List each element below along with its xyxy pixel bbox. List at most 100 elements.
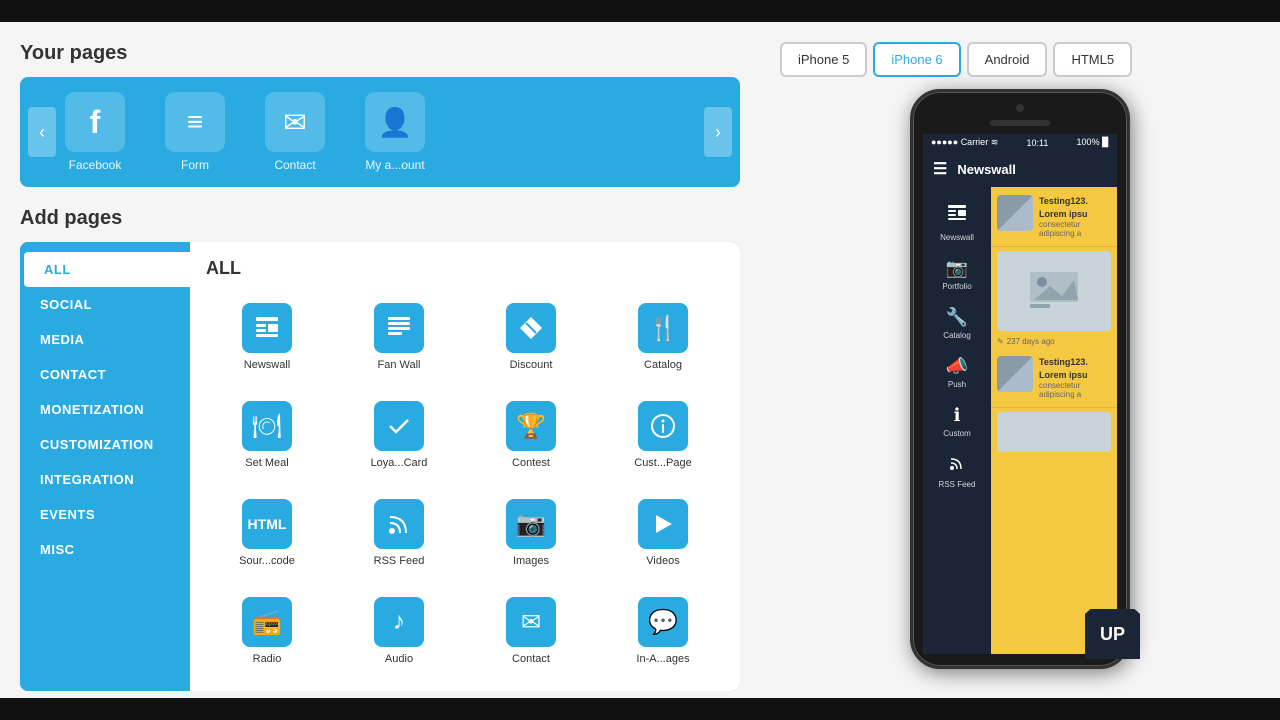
grid-item-fanwall[interactable]: Fan Wall [338,293,460,381]
facebook-icon: f [65,92,125,152]
phone-outer: ●●●●● Carrier ≋ 10:11 100% ▉ ☰ Newswall [910,89,1130,669]
discount-icon [506,303,556,353]
label-inapp: In-A...ages [636,653,689,665]
grid-item-radio[interactable]: 📻 Radio [206,587,328,675]
carousel-prev-button[interactable]: ‹ [28,107,56,157]
nav-label-rssfeed: RSS Feed [939,480,976,489]
label-radio: Radio [253,653,282,665]
items-grid-container: ALL [190,242,740,691]
hamburger-icon[interactable]: ☰ [933,159,947,179]
grid-item-rssfeed[interactable]: RSS Feed [338,489,460,577]
label-rssfeed: RSS Feed [374,555,425,567]
setmeal-icon: 🍽 [242,401,292,451]
news-item-2: Testing123. Lorem ipsu consectetur adipi… [991,348,1117,408]
category-all[interactable]: ALL [24,252,190,287]
phone-mockup: ●●●●● Carrier ≋ 10:11 100% ▉ ☰ Newswall [910,89,1130,669]
grid-item-setmeal[interactable]: 🍽 Set Meal [206,391,328,479]
category-media[interactable]: MEDIA [20,322,190,357]
category-social[interactable]: SOCIAL [20,287,190,322]
grid-item-custpage[interactable]: Cust...Page [602,391,724,479]
nav-item-rssfeed[interactable]: RSS Feed [923,446,991,497]
phone-main-content: Testing123. Lorem ipsu consectetur adipi… [991,187,1117,654]
contact-icon: ✉ [265,92,325,152]
pages-carousel: ‹ f Facebook ≡ Form ✉ Contact [20,77,740,187]
top-black-bar [0,0,1280,22]
label-contest: Contest [512,457,550,469]
label-custpage: Cust...Page [634,457,691,469]
nav-item-custom[interactable]: ℹ Custom [923,397,991,446]
phone-header: ☰ Newswall [923,151,1117,187]
sourcecode-icon: HTML [242,499,292,549]
nav-label-catalog: Catalog [943,331,971,340]
page-label-form: Form [181,158,209,172]
news-title-1: Testing123. Lorem ipsu [1039,195,1111,220]
custpage-icon [638,401,688,451]
grid-item-loyalcard[interactable]: Loya...Card [338,391,460,479]
page-label-contact: Contact [274,158,315,172]
nav-push-icon: 📣 [946,356,968,377]
nav-item-newswall[interactable]: Newswall [923,195,991,250]
iphone5-button[interactable]: iPhone 5 [780,42,867,77]
label-sourcecode: Sour...code [239,555,295,567]
grid-item-contest[interactable]: 🏆 Contest [470,391,592,479]
radio-icon: 📻 [242,597,292,647]
list-item[interactable]: f Facebook [60,92,130,172]
nav-portfolio-icon: 📷 [946,258,968,279]
grid-header: ALL [206,258,724,279]
grid-item-newswall[interactable]: Newswall [206,293,328,381]
nav-item-catalog[interactable]: 🔧 Catalog [923,299,991,348]
phone-speaker [990,120,1050,126]
phone-status-bar: ●●●●● Carrier ≋ 10:11 100% ▉ [923,134,1117,151]
category-customization[interactable]: CUSTOMIZATION [20,427,190,462]
grid-item-audio[interactable]: ♪ Audio [338,587,460,675]
inapp-icon: 💬 [638,597,688,647]
iphone6-button[interactable]: iPhone 6 [873,42,960,77]
account-icon: 👤 [365,92,425,152]
right-panel: iPhone 5 iPhone 6 Android HTML5 ●●●●● Ca… [760,22,1280,698]
up-badge: UP [1085,609,1140,659]
label-fanwall: Fan Wall [378,359,421,371]
android-button[interactable]: Android [967,42,1048,77]
list-item[interactable]: 👤 My a...ount [360,92,430,172]
rssfeed-icon [374,499,424,549]
your-pages-title: Your pages [20,42,740,65]
grid-item-contact2[interactable]: ✉ Contact [470,587,592,675]
partial-image-block [997,412,1111,452]
category-contact[interactable]: CONTACT [20,357,190,392]
list-item[interactable]: ✉ Contact [260,92,330,172]
nav-label-newswall: Newswall [940,233,974,242]
grid-item-catalog[interactable]: 🍴 Catalog [602,293,724,381]
nav-catalog-icon: 🔧 [946,307,968,328]
label-loyalcard: Loya...Card [371,457,428,469]
news-thumb-1 [997,195,1033,231]
nav-item-push[interactable]: 📣 Push [923,348,991,397]
add-pages-container: ALL SOCIAL MEDIA CONTACT MONETIZATION CU… [20,242,740,691]
news-sub-2: consectetur adipiscing a [1039,381,1111,399]
category-events[interactable]: EVENTS [20,497,190,532]
grid-item-discount[interactable]: Discount [470,293,592,381]
label-images: Images [513,555,549,567]
html5-button[interactable]: HTML5 [1053,42,1132,77]
carousel-next-button[interactable]: › [704,107,732,157]
phone-camera [1016,104,1024,112]
grid-item-sourcecode[interactable]: HTML Sour...code [206,489,328,577]
app-title: Newswall [957,162,1016,177]
news-image-block [997,251,1111,331]
label-contact2: Contact [512,653,550,665]
loyalcard-icon [374,401,424,451]
nav-item-portfolio[interactable]: 📷 Portfolio [923,250,991,299]
categories-sidebar: ALL SOCIAL MEDIA CONTACT MONETIZATION CU… [20,242,190,691]
battery-text: 100% ▉ [1077,137,1109,148]
category-integration[interactable]: INTEGRATION [20,462,190,497]
page-items-list: f Facebook ≡ Form ✉ Contact � [60,92,430,172]
label-setmeal: Set Meal [245,457,288,469]
timestamp-1: ✎ 237 days ago [991,335,1117,348]
category-misc[interactable]: MISC [20,532,190,567]
category-monetization[interactable]: MONETIZATION [20,392,190,427]
grid-item-images[interactable]: 📷 Images [470,489,592,577]
grid-item-videos[interactable]: Videos [602,489,724,577]
label-videos: Videos [646,555,679,567]
news-thumb-2 [997,356,1033,392]
list-item[interactable]: ≡ Form [160,92,230,172]
grid-item-inapp[interactable]: 💬 In-A...ages [602,587,724,675]
